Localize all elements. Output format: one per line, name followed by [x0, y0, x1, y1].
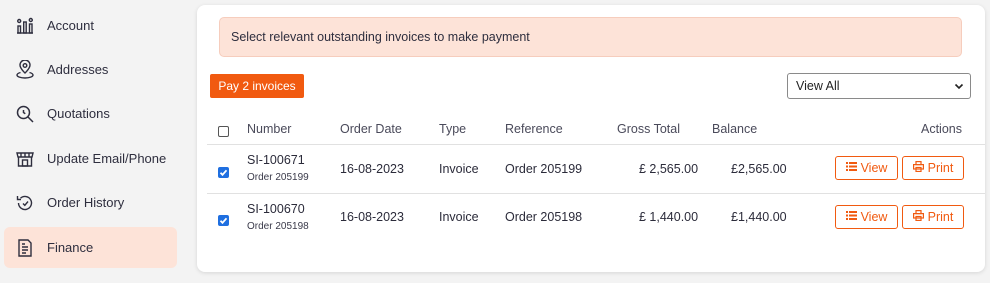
sidebar-item-label: Finance — [47, 240, 94, 255]
view-button[interactable]: View — [835, 156, 898, 180]
sidebar-item-update-email-phone[interactable]: Update Email/Phone — [4, 138, 177, 179]
sidebar-item-quotations[interactable]: Quotations — [4, 93, 177, 134]
row-divider — [207, 144, 985, 145]
sidebar-item-account[interactable]: Account — [4, 5, 177, 46]
invoice-order: Order 205198 — [247, 221, 309, 232]
search-icon — [15, 104, 35, 124]
sidebar-item-label: Order History — [47, 195, 125, 210]
invoice-number: SI-100671 — [247, 153, 305, 167]
gross-total: £ 1,440.00 — [639, 210, 699, 224]
list-icon — [845, 210, 857, 224]
header-reference: Reference — [505, 122, 563, 136]
account-icon — [15, 16, 35, 36]
print-button-label: Print — [927, 161, 954, 175]
sidebar-item-addresses[interactable]: Addresses — [4, 49, 177, 90]
header-balance: Balance — [712, 122, 758, 136]
print-button[interactable]: Print — [902, 156, 964, 180]
balance: £2,565.00 — [731, 162, 787, 176]
list-icon — [845, 161, 857, 175]
pay-invoices-button[interactable]: Pay 2 invoices — [210, 74, 304, 98]
history-icon — [15, 193, 35, 213]
gross-total: £ 2,565.00 — [639, 162, 699, 176]
order-date: 16-08-2023 — [340, 162, 404, 176]
document-icon — [15, 238, 35, 258]
sidebar-item-label: Update Email/Phone — [47, 151, 167, 166]
select-all-checkbox[interactable] — [218, 126, 229, 137]
sidebar: Account Addresses Quotations Update Emai… — [0, 0, 185, 283]
header-actions: Actions — [921, 122, 962, 136]
header-number: Number — [247, 122, 292, 136]
print-icon — [912, 210, 924, 224]
info-notice: Select relevant outstanding invoices to … — [219, 17, 962, 57]
store-icon — [15, 149, 35, 169]
sidebar-item-label: Addresses — [47, 62, 109, 77]
finance-panel: Select relevant outstanding invoices to … — [197, 5, 985, 272]
row-checkbox[interactable] — [218, 167, 229, 178]
location-icon — [15, 59, 35, 80]
sidebar-item-order-history[interactable]: Order History — [4, 182, 177, 223]
invoice-reference: Order 205198 — [505, 210, 583, 224]
invoice-order: Order 205199 — [247, 172, 309, 183]
chevron-down-icon — [953, 80, 965, 95]
balance: £1,440.00 — [731, 210, 787, 224]
view-filter-value: View All — [796, 79, 840, 93]
row-divider — [207, 193, 985, 194]
invoice-number: SI-100670 — [247, 202, 305, 216]
invoice-type: Invoice — [439, 210, 479, 224]
sidebar-item-finance[interactable]: Finance — [4, 227, 177, 268]
view-filter-select[interactable]: View All — [787, 73, 971, 99]
invoice-reference: Order 205199 — [505, 162, 583, 176]
print-button[interactable]: Print — [902, 205, 964, 229]
order-date: 16-08-2023 — [340, 210, 404, 224]
print-icon — [912, 161, 924, 175]
view-button[interactable]: View — [835, 205, 898, 229]
invoice-type: Invoice — [439, 162, 479, 176]
sidebar-item-label: Account — [47, 18, 94, 33]
sidebar-item-label: Quotations — [47, 106, 110, 121]
header-order-date: Order Date — [340, 122, 402, 136]
view-button-label: View — [860, 161, 888, 175]
print-button-label: Print — [927, 210, 954, 224]
header-gross-total: Gross Total — [617, 122, 680, 136]
row-checkbox[interactable] — [218, 215, 229, 226]
header-type: Type — [439, 122, 467, 136]
view-button-label: View — [860, 210, 888, 224]
